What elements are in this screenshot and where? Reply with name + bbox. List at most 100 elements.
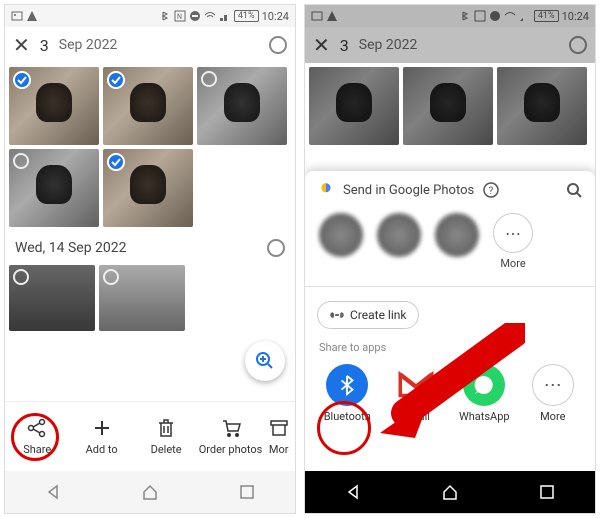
phone-right: 41% 10:24 ✕ 3 Sep 2022 Send in Google Ph… <box>304 4 596 514</box>
svg-text:N: N <box>177 13 182 21</box>
header-date: Sep 2022 <box>59 37 118 53</box>
app-whatsapp[interactable]: WhatsApp <box>452 364 517 423</box>
help-icon[interactable]: ? <box>482 181 500 199</box>
contact-avatar[interactable] <box>377 213 421 257</box>
delete-button[interactable]: Delete <box>134 402 198 471</box>
more-apps-icon: ⋯ <box>532 364 574 406</box>
status-bar: N 41% 10:24 <box>5 5 295 27</box>
bluetooth-icon <box>459 10 471 22</box>
photo-grid <box>5 63 295 231</box>
more-button[interactable]: More <box>263 402 295 471</box>
photo-thumb[interactable] <box>197 67 287 145</box>
select-day-circle[interactable] <box>267 239 285 257</box>
photo-thumb[interactable] <box>103 67 193 145</box>
photo-thumb[interactable] <box>9 265 95 331</box>
photo-grid <box>305 63 595 149</box>
battery-badge: 41% <box>534 10 559 22</box>
photo-thumb[interactable] <box>403 67 493 145</box>
share-button[interactable]: Share <box>5 402 69 471</box>
photo-thumb[interactable] <box>9 149 99 227</box>
select-all-circle[interactable] <box>569 36 587 54</box>
photo-thumb[interactable] <box>9 67 99 145</box>
plus-icon <box>91 417 113 439</box>
nfc-icon: N <box>174 10 186 22</box>
divider <box>305 286 595 287</box>
contact-avatar[interactable] <box>319 213 363 257</box>
svg-text:?: ? <box>489 186 494 197</box>
signal-icon <box>519 10 531 22</box>
warning-icon <box>326 10 338 22</box>
share-icon <box>26 417 48 439</box>
close-icon[interactable]: ✕ <box>13 33 30 57</box>
gmail-app-icon <box>395 364 437 406</box>
dnd-icon <box>189 10 201 22</box>
selection-header: ✕ 3 Sep 2022 <box>305 27 595 63</box>
clock: 10:24 <box>562 10 589 23</box>
bluetooth-app-icon <box>326 364 368 406</box>
trash-icon <box>155 417 177 439</box>
more-contacts-button[interactable]: ⋯ <box>493 213 533 253</box>
phone-left: N 41% 10:24 ✕ 3 Sep 2022 Wed, 14 Sep 202… <box>4 4 296 514</box>
home-icon[interactable] <box>141 483 159 501</box>
bluetooth-icon <box>159 10 171 22</box>
unchecked-circle <box>13 269 29 285</box>
back-icon[interactable] <box>344 483 362 501</box>
date-header: Wed, 14 Sep 2022 <box>5 231 295 265</box>
back-icon[interactable] <box>44 483 62 501</box>
nfc-icon <box>474 10 486 22</box>
battery-badge: 41% <box>234 10 259 22</box>
close-icon[interactable]: ✕ <box>313 33 330 57</box>
selection-count: 3 <box>40 36 49 55</box>
warning-icon <box>26 10 38 22</box>
app-more[interactable]: ⋯ More <box>521 364 586 423</box>
wifi-icon <box>504 10 516 22</box>
google-photos-icon <box>317 181 335 199</box>
clock: 10:24 <box>262 10 289 23</box>
whatsapp-app-icon <box>463 364 505 406</box>
archive-icon <box>268 417 290 439</box>
check-icon <box>107 71 125 89</box>
action-bar: Share Add to Delete Order photos More <box>5 401 295 471</box>
header-date: Sep 2022 <box>359 37 418 53</box>
status-bar: 41% 10:24 <box>305 5 595 27</box>
image-icon <box>11 10 23 22</box>
unchecked-circle <box>13 153 29 169</box>
recent-icon[interactable] <box>238 483 256 501</box>
share-to-apps-label: Share to apps <box>305 337 595 358</box>
app-bluetooth[interactable]: Bluetooth <box>315 364 380 423</box>
photo-thumb[interactable] <box>497 67 587 145</box>
selection-count: 3 <box>340 36 349 55</box>
photo-thumb[interactable] <box>309 67 399 145</box>
dnd-icon <box>489 10 501 22</box>
check-icon <box>107 153 125 171</box>
magnify-plus-icon <box>255 351 275 371</box>
image-icon <box>311 10 323 22</box>
create-link-button[interactable]: Create link <box>317 301 419 329</box>
contacts-row: ⋯ More <box>305 209 595 280</box>
home-icon[interactable] <box>441 483 459 501</box>
link-icon <box>330 308 344 322</box>
unchecked-circle <box>201 71 217 87</box>
wifi-icon <box>204 10 216 22</box>
share-sheet: Send in Google Photos ? ⋯ More Create li… <box>305 171 595 471</box>
apps-row: Bluetooth Gmail WhatsApp ⋯ More <box>305 358 595 429</box>
recent-icon[interactable] <box>538 483 556 501</box>
photo-row <box>5 265 295 331</box>
search-icon[interactable] <box>565 181 583 199</box>
add-to-button[interactable]: Add to <box>69 402 133 471</box>
cart-icon <box>220 417 242 439</box>
app-gmail[interactable]: Gmail <box>384 364 449 423</box>
contact-avatar[interactable] <box>435 213 479 257</box>
photo-thumb[interactable] <box>103 149 193 227</box>
zoom-fab[interactable] <box>245 341 285 381</box>
signal-icon <box>219 10 231 22</box>
check-icon <box>13 71 31 89</box>
order-photos-button[interactable]: Order photos <box>198 402 262 471</box>
photo-thumb[interactable] <box>99 265 185 331</box>
select-all-circle[interactable] <box>269 36 287 54</box>
unchecked-circle <box>103 269 119 285</box>
sheet-header: Send in Google Photos ? <box>305 171 595 209</box>
sheet-title: Send in Google Photos <box>343 183 474 198</box>
nav-bar <box>5 471 295 513</box>
nav-bar <box>305 471 595 513</box>
